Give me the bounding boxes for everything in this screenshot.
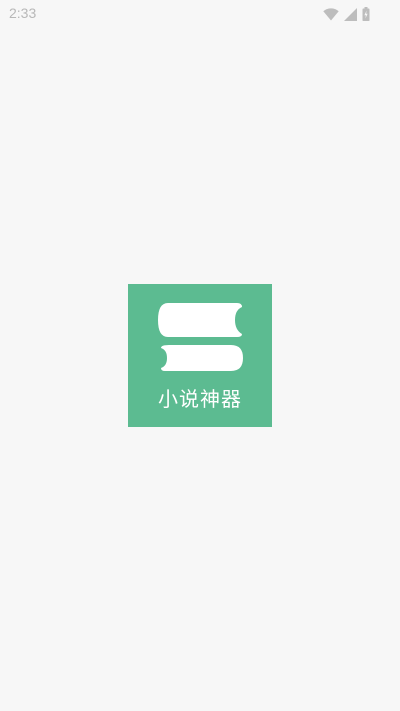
status-bar: 2:33	[0, 0, 400, 28]
splash-screen: 2:33 小说神器	[0, 0, 400, 711]
status-time: 2:33	[9, 5, 37, 21]
battery-icon	[362, 7, 370, 21]
app-logo: 小说神器	[128, 284, 272, 427]
app-name-label: 小说神器	[158, 387, 242, 411]
cellular-signal-icon	[344, 7, 357, 21]
wifi-icon	[323, 7, 339, 21]
status-icons	[323, 6, 370, 22]
